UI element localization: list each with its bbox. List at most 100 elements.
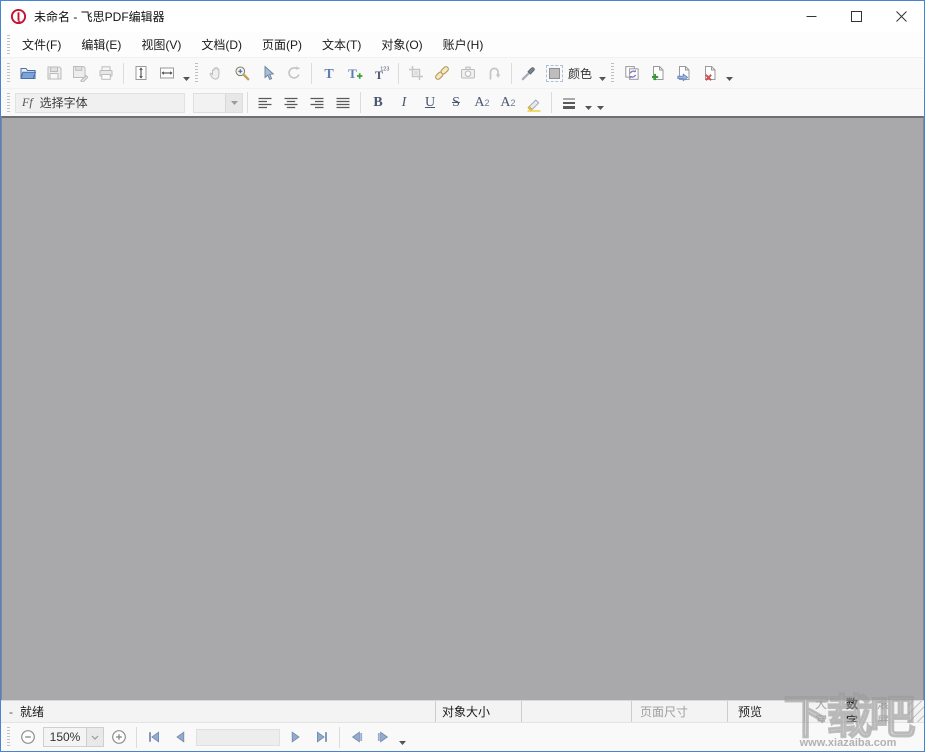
object-size-label: 对象大小 — [442, 703, 490, 720]
page-add-icon — [649, 64, 667, 82]
previous-page-button[interactable] — [167, 725, 193, 750]
previous-view-button[interactable] — [344, 725, 370, 750]
menu-edit[interactable]: 编辑(E) — [74, 32, 128, 57]
fit-width-button[interactable] — [154, 61, 180, 86]
text-numbering-icon: T 123 — [372, 64, 390, 82]
resize-grip[interactable] — [908, 701, 924, 722]
fit-height-button[interactable] — [128, 61, 154, 86]
subscript-icon: A — [500, 96, 510, 110]
zoom-tool-button[interactable] — [229, 61, 255, 86]
rotate-icon — [285, 64, 303, 82]
select-tool-button[interactable] — [255, 61, 281, 86]
italic-button[interactable]: I — [391, 90, 417, 115]
chevron-down-icon — [599, 77, 606, 81]
toolbar-grip[interactable] — [611, 63, 614, 83]
delete-page-button[interactable] — [697, 61, 723, 86]
text-numbering-button[interactable]: T 123 — [368, 61, 394, 86]
title-bar[interactable]: 未命名 - 飞思PDF编辑器 — [1, 1, 924, 32]
color-dropdown[interactable] — [596, 61, 608, 86]
page-number-input[interactable] — [196, 729, 280, 746]
snapshot-button[interactable] — [455, 61, 481, 86]
zoom-options-dropdown[interactable] — [180, 61, 192, 86]
color-picker-button[interactable]: 颜色 — [542, 61, 596, 86]
preview-label: 预览 — [738, 703, 762, 720]
menu-file[interactable]: 文件(F) — [15, 32, 68, 57]
page-tools-dropdown[interactable] — [723, 61, 735, 86]
status-preview-cell[interactable]: 预览 — [727, 701, 804, 722]
extract-page-button[interactable] — [671, 61, 697, 86]
align-left-button[interactable] — [252, 90, 278, 115]
underline-button[interactable]: U — [417, 90, 443, 115]
superscript-icon: A — [474, 96, 484, 110]
zoom-level-dropdown[interactable] — [87, 727, 104, 747]
align-justify-button[interactable] — [330, 90, 356, 115]
zoom-level-combobox[interactable]: 150% — [43, 727, 104, 747]
fit-page-width-icon — [158, 64, 176, 82]
menu-page[interactable]: 页面(P) — [255, 32, 309, 57]
close-button[interactable] — [879, 1, 924, 32]
page-size-label: 页面尺寸 — [640, 703, 688, 720]
zoom-in-button[interactable] — [106, 725, 132, 750]
crop-tool-button[interactable] — [403, 61, 429, 86]
maximize-icon — [851, 11, 862, 22]
navigation-toolbar-overflow[interactable] — [396, 725, 408, 750]
last-page-button[interactable] — [309, 725, 335, 750]
menu-view[interactable]: 视图(V) — [134, 32, 188, 57]
save-icon — [45, 64, 63, 82]
font-select-combobox[interactable]: Ff 选择字体 — [15, 93, 185, 113]
save-button[interactable] — [41, 61, 67, 86]
print-button[interactable] — [93, 61, 119, 86]
menubar-grip[interactable] — [7, 35, 10, 55]
menu-account[interactable]: 账户(H) — [436, 32, 491, 57]
superscript-button[interactable]: A2 — [469, 90, 495, 115]
replace-pages-button[interactable] — [619, 61, 645, 86]
close-icon — [896, 11, 907, 22]
minimize-button[interactable] — [789, 1, 834, 32]
align-center-button[interactable] — [278, 90, 304, 115]
strikethrough-button[interactable]: S — [443, 90, 469, 115]
first-page-icon — [145, 728, 163, 746]
toolbar-grip[interactable] — [7, 93, 10, 113]
app-window: 未命名 - 飞思PDF编辑器 文件(F) 编辑(E) 视图(V) 文档(D) 页… — [0, 0, 925, 752]
status-object-size-cell: 对象大小 — [435, 701, 521, 722]
align-right-button[interactable] — [304, 90, 330, 115]
menu-object[interactable]: 对象(O) — [374, 32, 429, 57]
navigation-toolbar: 150% — [1, 722, 924, 751]
toolbar-grip[interactable] — [7, 727, 10, 747]
subscript-button[interactable]: A2 — [495, 90, 521, 115]
next-page-button[interactable] — [283, 725, 309, 750]
text-tool-button[interactable]: T — [316, 61, 342, 86]
add-text-button[interactable]: T — [342, 61, 368, 86]
menu-text[interactable]: 文本(T) — [315, 32, 368, 57]
next-view-button[interactable] — [370, 725, 396, 750]
zoom-level-value: 150% — [43, 727, 87, 747]
insert-page-button[interactable] — [645, 61, 671, 86]
bold-button[interactable]: B — [365, 90, 391, 115]
save-as-button[interactable] — [67, 61, 93, 86]
toolbar-grip[interactable] — [7, 63, 10, 83]
zoom-in-icon — [110, 728, 128, 746]
font-size-combobox[interactable] — [193, 93, 243, 113]
format-toolbar-overflow[interactable] — [594, 90, 606, 115]
toolbar-grip[interactable] — [195, 63, 198, 83]
pages-refresh-icon — [623, 64, 641, 82]
rotate-tool-button[interactable] — [281, 61, 307, 86]
first-page-button[interactable] — [141, 725, 167, 750]
menu-document[interactable]: 文档(D) — [194, 32, 249, 57]
open-button[interactable] — [15, 61, 41, 86]
hand-tool-button[interactable] — [203, 61, 229, 86]
maximize-button[interactable] — [834, 1, 879, 32]
crop-icon — [407, 64, 425, 82]
color-swatch-frame — [546, 65, 563, 82]
svg-text:T: T — [348, 66, 357, 81]
zoom-out-button[interactable] — [15, 725, 41, 750]
highlight-button[interactable] — [521, 90, 547, 115]
link-tool-button[interactable] — [429, 61, 455, 86]
open-folder-icon — [19, 64, 37, 82]
font-size-dropdown[interactable] — [225, 94, 242, 112]
line-style-button[interactable] — [556, 90, 582, 115]
document-canvas[interactable] — [1, 116, 924, 700]
eyedropper-button[interactable] — [516, 61, 542, 86]
undo-path-button[interactable] — [481, 61, 507, 86]
line-style-dropdown[interactable] — [582, 90, 594, 115]
